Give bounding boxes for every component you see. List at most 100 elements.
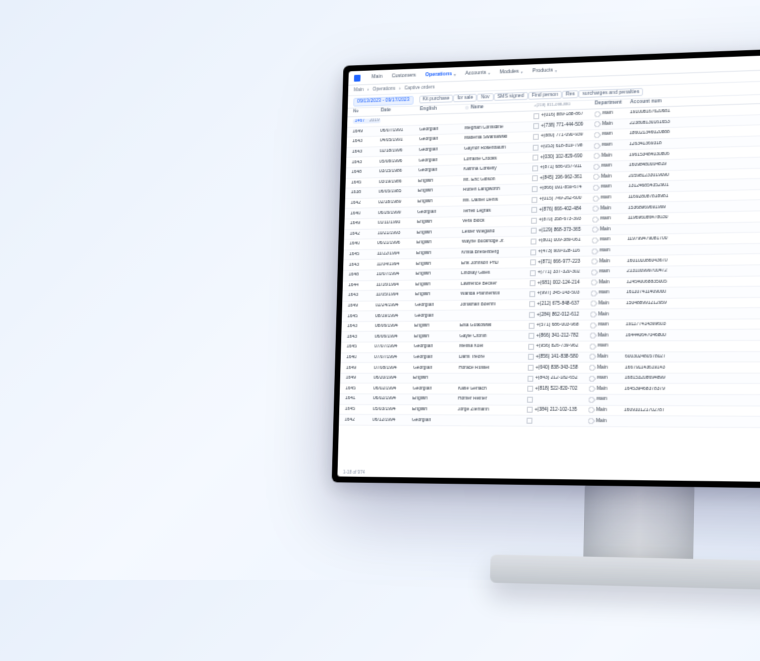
edit-icon[interactable] (590, 343, 597, 349)
nav-item[interactable]: Modules▾ (499, 69, 522, 76)
edit-icon[interactable] (591, 279, 598, 285)
edit-icon[interactable] (594, 152, 601, 159)
cell-phone (527, 397, 589, 403)
col-name[interactable]: Name (465, 102, 534, 110)
cell-acct: 124540068835005 (626, 279, 684, 285)
copy-icon[interactable] (533, 113, 539, 119)
edit-icon[interactable] (591, 269, 598, 275)
copy-icon[interactable] (527, 375, 533, 381)
table-row[interactable]: 164007/07/1994GeorgianDaris Treore+(856)… (341, 351, 760, 363)
copy-icon[interactable] (528, 354, 534, 360)
edit-icon[interactable] (594, 110, 601, 117)
edit-icon[interactable] (590, 333, 597, 339)
edit-icon[interactable] (590, 322, 597, 328)
table-row[interactable]: 164507/07/1994GeorgianMelisa Kuel+(956) … (341, 340, 760, 353)
cell-id: 1645 (347, 314, 375, 319)
edit-icon[interactable] (594, 131, 601, 138)
filter-chip[interactable]: Res (562, 90, 579, 98)
cell-dept: Main (591, 269, 627, 275)
edit-icon[interactable] (589, 386, 596, 392)
edit-icon[interactable] (590, 311, 597, 317)
edit-icon[interactable] (588, 418, 595, 424)
copy-icon[interactable] (531, 228, 537, 234)
edit-icon[interactable] (592, 226, 599, 233)
edit-icon[interactable] (591, 258, 598, 264)
copy-icon[interactable] (527, 397, 533, 403)
edit-icon[interactable] (592, 248, 599, 255)
copy-icon[interactable] (529, 291, 535, 297)
cell-name: Erik Johnson PhD (461, 260, 530, 266)
cell-name: Matienia Swaniawski (464, 134, 533, 141)
copy-icon[interactable] (532, 165, 538, 171)
breadcrumb-item[interactable]: Operations (373, 86, 396, 93)
nav-item[interactable]: Customers (392, 73, 416, 80)
copy-icon[interactable] (529, 323, 535, 329)
copy-icon[interactable] (528, 333, 534, 339)
edit-icon[interactable] (588, 407, 595, 413)
col-id[interactable]: № (353, 107, 381, 114)
copy-icon[interactable] (530, 249, 536, 255)
edit-icon[interactable] (591, 290, 598, 296)
edit-icon[interactable] (594, 142, 601, 149)
copy-icon[interactable] (532, 176, 538, 182)
copy-icon[interactable] (528, 344, 534, 350)
copy-icon[interactable] (527, 407, 533, 413)
edit-icon[interactable] (589, 354, 596, 360)
copy-icon[interactable] (529, 302, 535, 308)
copy-icon[interactable] (531, 207, 537, 213)
copy-icon[interactable] (532, 155, 538, 161)
col-lang[interactable]: English (420, 104, 465, 111)
edit-icon[interactable] (589, 397, 596, 403)
nav-item[interactable]: Accounts▾ (465, 70, 490, 77)
copy-icon[interactable] (532, 197, 538, 203)
copy-icon[interactable] (533, 123, 539, 129)
edit-icon[interactable] (592, 216, 599, 223)
copy-icon[interactable] (529, 312, 535, 318)
copy-icon[interactable] (530, 270, 536, 276)
table-row[interactable]: 164907/08/1994GeorgianHorace Russel+(640… (340, 362, 760, 373)
chevron-down-icon: ▾ (488, 70, 490, 75)
edit-icon[interactable] (593, 195, 600, 202)
breadcrumb-item[interactable]: Main (354, 87, 364, 93)
edit-icon[interactable] (593, 163, 600, 170)
edit-icon[interactable] (589, 365, 596, 371)
copy-icon[interactable] (527, 386, 533, 392)
cell-phone (527, 418, 589, 424)
filter-chip[interactable]: surcharges and penalties (579, 87, 644, 97)
col-acct[interactable]: Account num (630, 97, 688, 105)
edit-icon[interactable] (594, 121, 601, 128)
edit-icon[interactable] (592, 237, 599, 244)
edit-icon[interactable] (590, 301, 597, 307)
edit-icon[interactable] (589, 375, 596, 381)
filter-chip[interactable]: for sale (453, 93, 477, 102)
table-row[interactable]: 164906/20/1994English+(843) 212-182-652M… (340, 373, 760, 384)
table-row[interactable]: 164206/12/1994GeorgianMain (339, 415, 760, 429)
filter-chip[interactable]: Nov (477, 93, 494, 101)
cell-id: 1642 (344, 417, 372, 422)
cell-lang: English (414, 334, 460, 339)
copy-icon[interactable] (530, 259, 536, 265)
edit-icon[interactable] (592, 205, 599, 212)
cell-acct: 116928087818981 (628, 194, 686, 200)
copy-icon[interactable] (533, 144, 539, 150)
edit-icon[interactable] (593, 184, 600, 191)
cell-name: Katie Gerlach (458, 386, 527, 391)
nav-item[interactable]: Main (371, 74, 382, 80)
col-dept[interactable]: Department (595, 99, 630, 106)
nav-item[interactable]: Products▾ (532, 67, 556, 74)
copy-icon[interactable] (530, 280, 536, 286)
copy-icon[interactable] (531, 238, 537, 244)
edit-icon[interactable] (593, 173, 600, 180)
copy-icon[interactable] (533, 134, 539, 140)
cell-lang: Georgian (419, 157, 464, 163)
cell-name: Horace Russel (459, 365, 528, 370)
cell-acct: 160101086043670 (627, 258, 685, 264)
copy-icon[interactable] (531, 217, 537, 223)
col-phone[interactable]: +(218) 811-098-880 (534, 101, 595, 108)
copy-icon[interactable] (527, 418, 533, 424)
copy-icon[interactable] (528, 365, 534, 371)
breadcrumb-item[interactable]: Captive orders (404, 85, 435, 92)
col-date[interactable]: Date (381, 106, 420, 113)
copy-icon[interactable] (532, 186, 538, 192)
nav-item[interactable]: Operations▾ (425, 71, 456, 78)
